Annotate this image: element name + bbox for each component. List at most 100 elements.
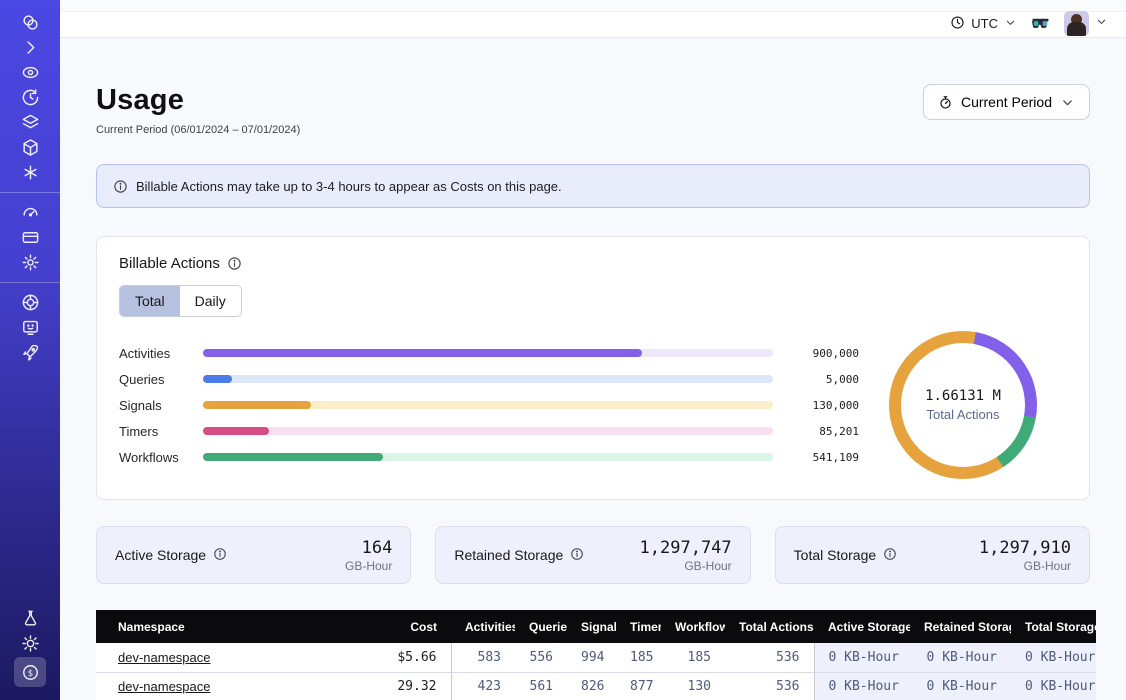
info-icon — [113, 179, 128, 194]
bar-row-activities: Activities 900,000 — [119, 340, 859, 366]
bar-row-timers: Timers85,201 — [119, 418, 859, 444]
bar-value: 5,000 — [773, 373, 859, 386]
glasses-icon[interactable] — [1031, 14, 1050, 33]
storage-card-label: Total Storage — [794, 547, 877, 563]
storage-card-label: Retained Storage — [454, 547, 563, 563]
bar-value: 541,109 — [773, 451, 859, 464]
retained-storage-card: Retained Storage1,297,747GB-Hour — [435, 526, 750, 584]
period-dropdown-button[interactable]: Current Period — [923, 84, 1090, 120]
cost-cell: 29.32 — [344, 672, 451, 700]
storage-cell: 0 KB-Hour — [814, 672, 910, 700]
column-header-total-actions: Total Actions — [725, 610, 814, 643]
user-menu[interactable] — [1064, 11, 1108, 36]
billable-actions-card: Billable Actions TotalDaily Activities 90… — [96, 236, 1090, 500]
info-icon[interactable] — [570, 547, 584, 564]
info-banner-text: Billable Actions may take up to 3-4 hour… — [136, 179, 562, 194]
feedback-icon[interactable] — [12, 316, 48, 339]
pricing-coin-icon[interactable]: $ — [14, 657, 46, 687]
timezone-label: UTC — [971, 16, 998, 31]
billing-icon[interactable] — [12, 226, 48, 249]
bar-value: 85,201 — [773, 425, 859, 438]
schedules-icon[interactable] — [12, 86, 48, 109]
column-header-signals: Signals — [567, 610, 616, 643]
bar-track — [203, 349, 773, 357]
temporal-logo-icon[interactable] — [12, 11, 48, 34]
storage-unit: GB-Hour — [979, 559, 1071, 573]
storage-cell: 0 KB-Hour — [910, 643, 1011, 672]
namespace-link[interactable]: dev-namespace — [118, 679, 211, 694]
column-header-queries: Queries — [515, 610, 567, 643]
bar-fill — [203, 375, 232, 383]
actions-cell: 877 — [616, 672, 661, 700]
labs-flask-icon[interactable] — [12, 607, 48, 630]
bar-label: Activities — [119, 346, 203, 361]
usage-icon[interactable] — [12, 201, 48, 224]
bar-row-workflows: Workflows541,109 — [119, 444, 859, 470]
total-actions-label: Total Actions — [927, 407, 1000, 422]
timezone-selector[interactable]: UTC — [950, 15, 1017, 33]
settings-gear-icon[interactable] — [12, 251, 48, 274]
stopwatch-icon — [938, 95, 953, 110]
storage-cell: 0 KB-Hour — [910, 672, 1011, 700]
actions-cell: 130 — [661, 672, 725, 700]
donut-center: 1.66131 M Total Actions — [901, 343, 1025, 467]
column-header-active-storage: Active Storage — [814, 610, 910, 643]
info-icon[interactable] — [227, 256, 242, 271]
storage-cell: 0 KB-Hour — [1011, 643, 1096, 672]
actions-cell: 994 — [567, 643, 616, 672]
actions-cell: 826 — [567, 672, 616, 700]
namespace-usage-table: NamespaceCostActivitiesQueriesSignalsTim… — [96, 610, 1090, 700]
info-icon[interactable] — [213, 547, 227, 564]
bar-row-signals: Signals130,000 — [119, 392, 859, 418]
column-header-timers: Timers — [616, 610, 661, 643]
deployments-icon[interactable] — [12, 136, 48, 159]
column-header-workflows: Workflows — [661, 610, 725, 643]
billable-actions-bar-chart: Activities 900,000 Queries 5,000 Signals130,… — [119, 340, 859, 470]
info-banner: Billable Actions may take up to 3-4 hour… — [96, 164, 1090, 208]
cost-cell: $5.66 — [344, 643, 451, 672]
column-header-total-storage: Total Storage — [1011, 610, 1096, 643]
theme-sun-icon[interactable] — [12, 632, 48, 655]
actions-cell: 536 — [725, 643, 814, 672]
bar-row-queries: Queries 5,000 — [119, 366, 859, 392]
namespace-link[interactable]: dev-namespace — [118, 650, 211, 665]
nexus-icon[interactable] — [12, 161, 48, 184]
chevron-down-icon — [1004, 16, 1017, 32]
billable-actions-title: Billable Actions — [119, 255, 220, 272]
bar-fill — [203, 453, 383, 461]
bar-value: 900,000 — [773, 347, 859, 360]
bar-track — [203, 453, 773, 461]
bar-value: 130,000 — [773, 399, 859, 412]
support-icon[interactable] — [12, 291, 48, 314]
storage-value: 1,297,910 — [979, 538, 1071, 558]
page-title: Usage — [96, 84, 300, 117]
storage-cell: 0 KB-Hour — [814, 643, 910, 672]
left-navigation-rail: $ — [0, 0, 60, 700]
getting-started-rocket-icon[interactable] — [12, 341, 48, 364]
actions-cell: 185 — [616, 643, 661, 672]
table-row: dev-namespace$5.665835569941851855360 KB… — [96, 643, 1096, 672]
total-actions-value: 1.66131 M — [925, 388, 1001, 404]
info-icon[interactable] — [883, 547, 897, 564]
total-storage-card: Total Storage 1,297,910GB-Hour — [775, 526, 1090, 584]
bar-label: Queries — [119, 372, 203, 387]
sidebar-divider — [0, 282, 60, 283]
namespaces-icon[interactable] — [12, 61, 48, 84]
storage-cell: 0 KB-Hour — [1011, 672, 1096, 700]
column-header-retained-storage: Retained Storage — [910, 610, 1011, 643]
bar-fill — [203, 349, 642, 357]
tab-total[interactable]: Total — [120, 286, 180, 316]
sidebar-divider — [0, 192, 60, 193]
column-header-namespace: Namespace — [96, 610, 344, 643]
layers-icon[interactable] — [12, 111, 48, 134]
tab-daily[interactable]: Daily — [180, 286, 241, 316]
storage-value: 164 — [345, 538, 392, 558]
storage-card-label: Active Storage — [115, 547, 206, 563]
actions-cell: 185 — [661, 643, 725, 672]
bar-fill — [203, 427, 269, 435]
storage-unit: GB-Hour — [640, 559, 732, 573]
bar-track — [203, 401, 773, 409]
bar-track — [203, 427, 773, 435]
expand-sidebar-icon[interactable] — [12, 36, 48, 59]
chevron-down-icon — [1095, 15, 1108, 33]
